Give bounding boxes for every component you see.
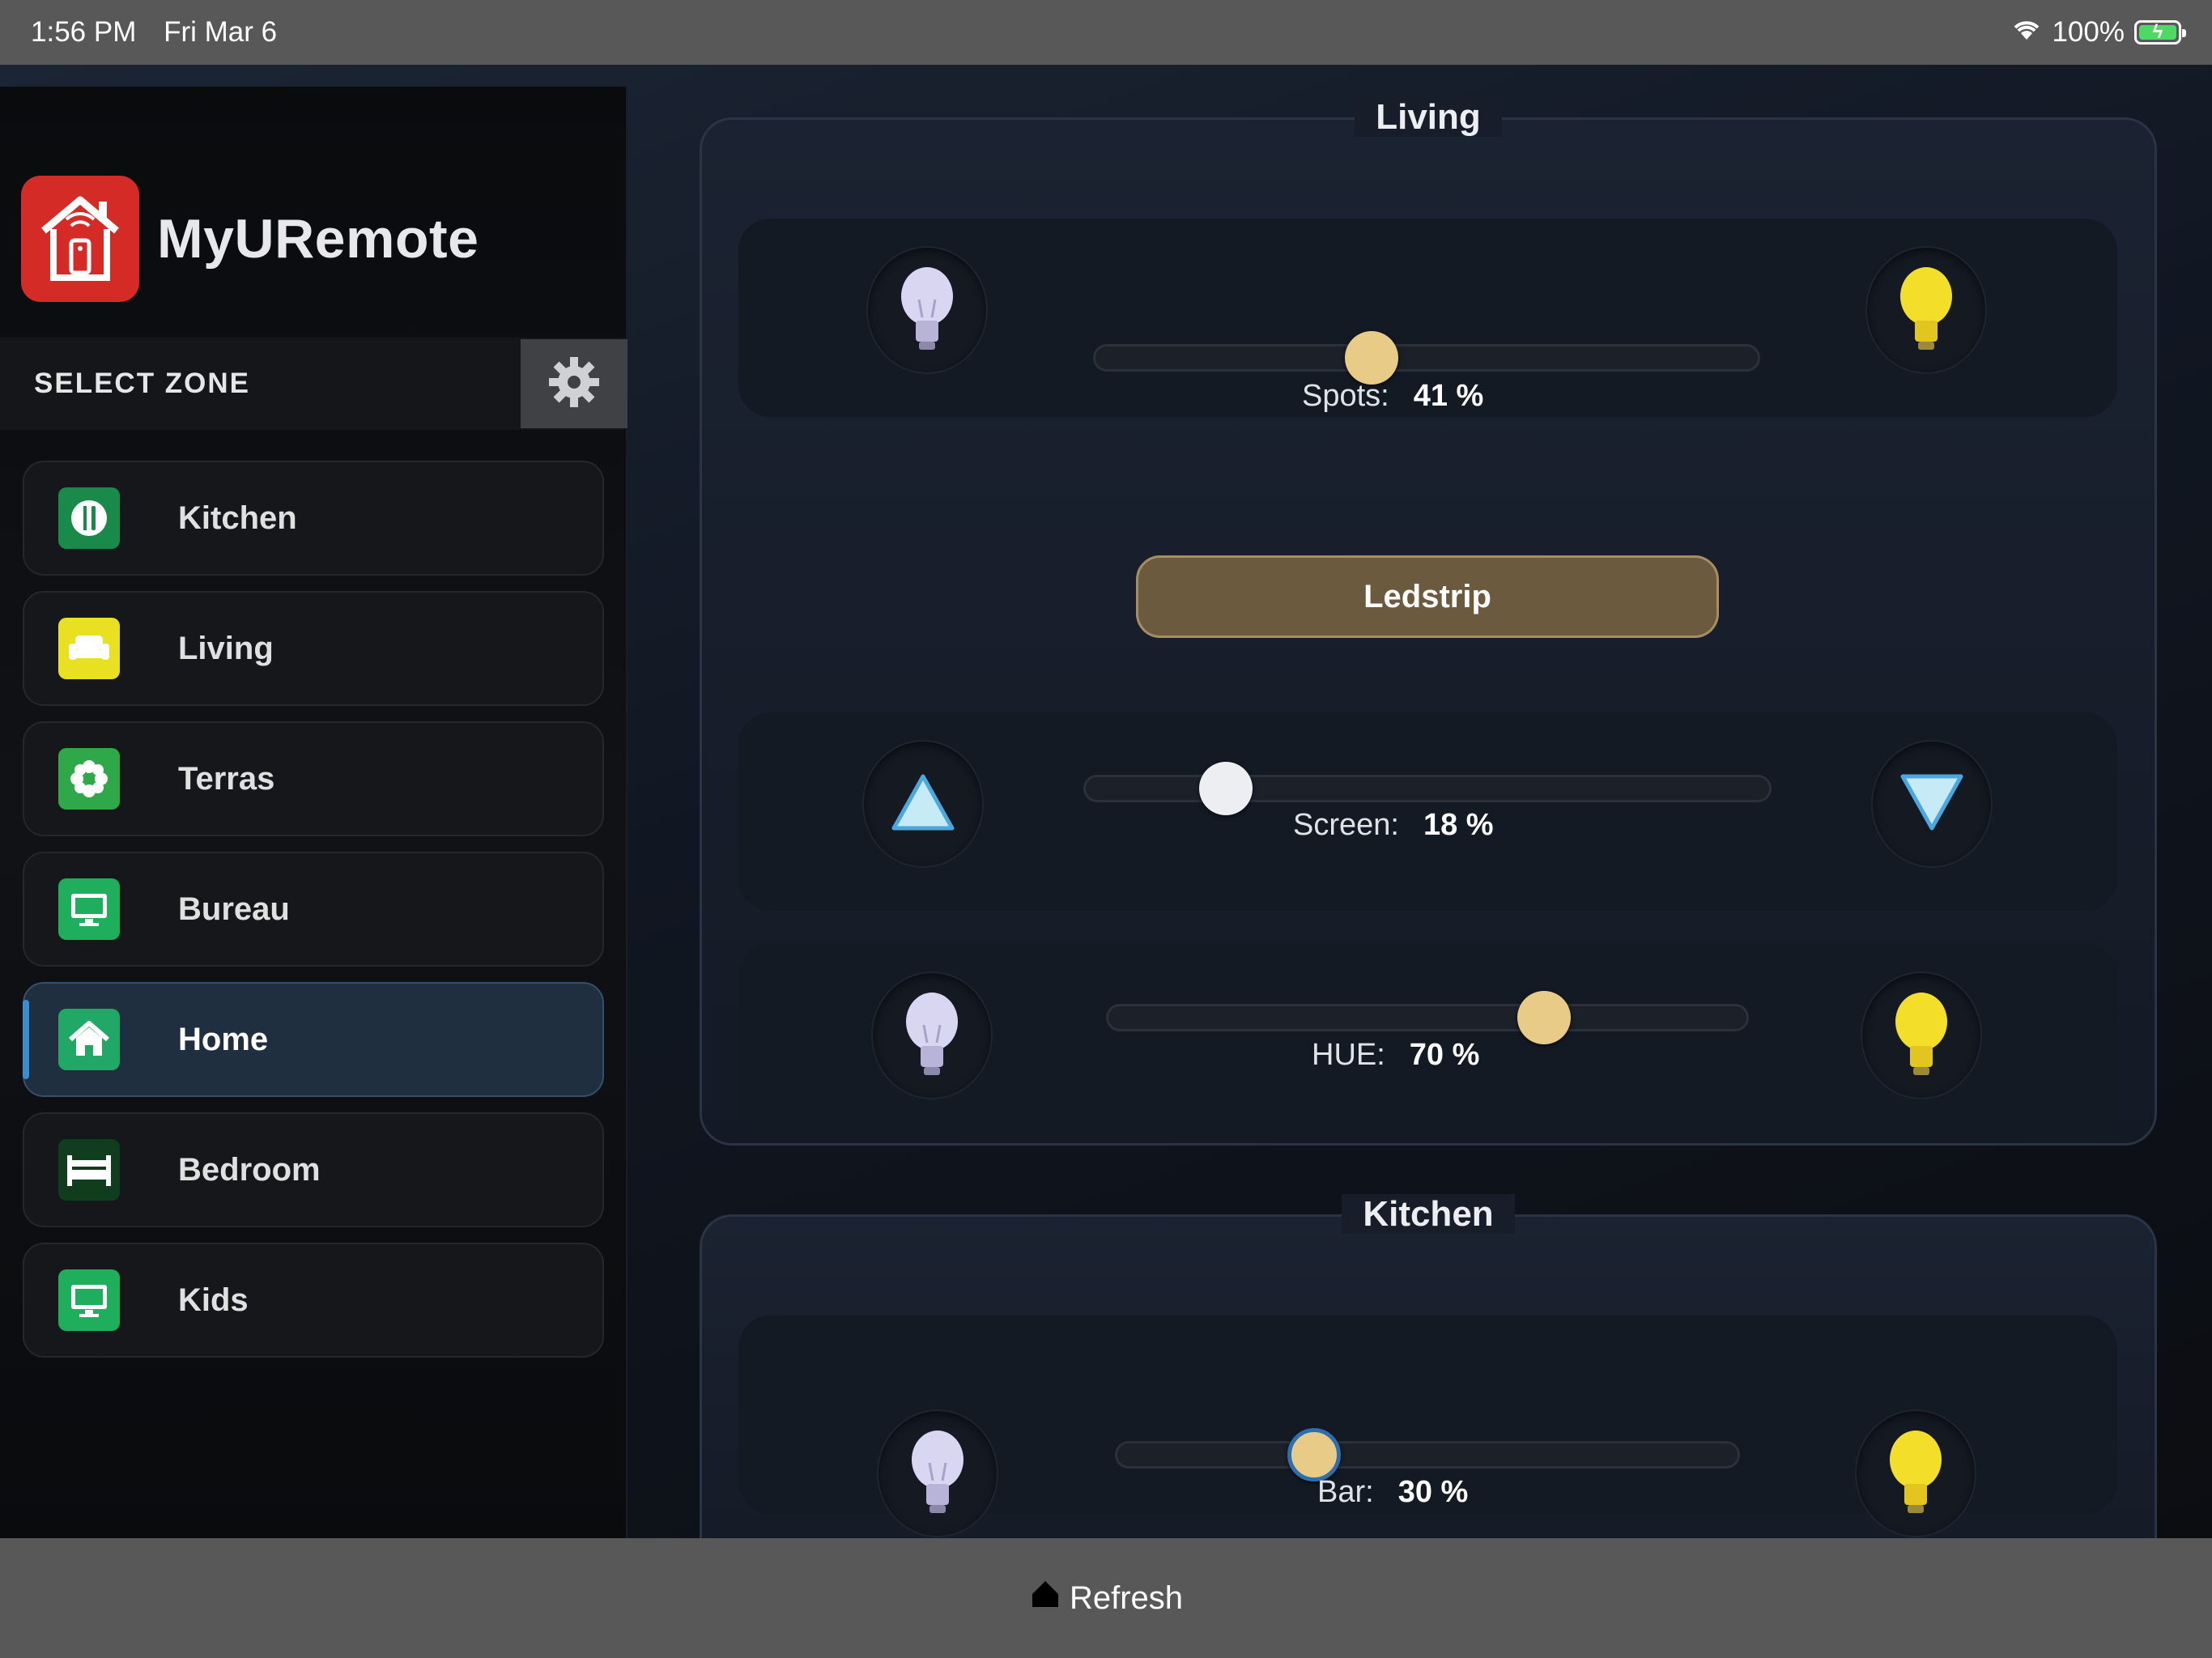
- hue-slider-handle[interactable]: [1517, 991, 1572, 1044]
- bar-on-button[interactable]: [1857, 1411, 1975, 1536]
- spots-slider[interactable]: [1093, 331, 1760, 385]
- bar-slider-handle[interactable]: [1287, 1428, 1341, 1482]
- bar-value: Bar: 30 %: [1317, 1475, 1469, 1509]
- lightbulb-on-icon: [1889, 989, 1954, 1082]
- sidebar-item-home[interactable]: Home: [23, 982, 604, 1097]
- gear-icon: [546, 354, 602, 414]
- triangle-up-icon: [891, 773, 955, 835]
- screen-up-button[interactable]: [864, 742, 982, 866]
- monitor-icon: [58, 878, 120, 940]
- ledstrip-button[interactable]: Ledstrip: [1136, 555, 1719, 638]
- screen-value: Screen: 18 %: [1293, 808, 1494, 842]
- bar-off-button[interactable]: [878, 1411, 997, 1536]
- sidebar-item-bedroom[interactable]: Bedroom: [23, 1112, 604, 1227]
- brand: MyURemote: [21, 176, 479, 302]
- sofa-icon: [58, 618, 120, 679]
- lightbulb-off-icon: [900, 989, 964, 1082]
- sidebar-item-label: Living: [178, 630, 274, 666]
- sidebar-item-label: Terras: [178, 760, 275, 797]
- triangle-down-icon: [1899, 773, 1964, 835]
- monitor-icon: [58, 1269, 120, 1331]
- lightbulb-off-icon: [905, 1427, 970, 1520]
- sidebar-item-kitchen[interactable]: Kitchen: [23, 461, 604, 576]
- spots-on-button[interactable]: [1867, 248, 1985, 372]
- refresh-label: Refresh: [1069, 1579, 1184, 1616]
- bar-slider[interactable]: [1115, 1428, 1740, 1482]
- hue-on-button[interactable]: [1862, 973, 1980, 1098]
- lightbulb-on-icon: [1894, 264, 1959, 357]
- sidebar: MyURemote SELECT ZONE Kitchen Living Ter…: [0, 87, 627, 1538]
- hue-off-button[interactable]: [873, 973, 991, 1098]
- spots-off-button[interactable]: [868, 248, 986, 372]
- panel-title: Kitchen: [702, 1194, 2155, 1235]
- status-time: 1:56 PM: [31, 16, 137, 48]
- sidebar-item-label: Home: [178, 1021, 269, 1057]
- wifi-icon: [2011, 16, 2042, 49]
- battery-percent: 100%: [2052, 16, 2125, 48]
- refresh-button[interactable]: Refresh: [0, 1538, 2212, 1658]
- status-date: Fri Mar 6: [164, 16, 278, 48]
- lightbulb-on-icon: [1883, 1427, 1948, 1520]
- home-refresh-icon: [1029, 1578, 1061, 1618]
- panel-title: Living: [702, 97, 2155, 138]
- settings-button[interactable]: [521, 339, 627, 428]
- sidebar-item-label: Bedroom: [178, 1151, 321, 1188]
- house-remote-logo-icon: [21, 176, 139, 302]
- sidebar-item-label: Bureau: [178, 891, 290, 927]
- sidebar-item-bureau[interactable]: Bureau: [23, 852, 604, 967]
- sidebar-item-label: Kitchen: [178, 500, 297, 536]
- bed-icon: [58, 1139, 120, 1201]
- screen-slider[interactable]: [1083, 762, 1772, 815]
- spots-value: Spots: 41 %: [1302, 379, 1484, 413]
- spots-slider-handle[interactable]: [1345, 331, 1399, 385]
- hue-value: HUE: 70 %: [1312, 1038, 1480, 1072]
- select-zone-label: SELECT ZONE: [34, 368, 251, 399]
- sidebar-item-terras[interactable]: Terras: [23, 721, 604, 836]
- sidebar-item-living[interactable]: Living: [23, 591, 604, 706]
- app-window: MyURemote SELECT ZONE Kitchen Living Ter…: [0, 65, 2212, 1587]
- screen-down-button[interactable]: [1873, 742, 1991, 866]
- home-icon: [58, 1009, 120, 1070]
- status-bar: 1:56 PM Fri Mar 6 100% ϟ: [0, 0, 2212, 65]
- app-name: MyURemote: [157, 208, 479, 270]
- select-zone-bar: SELECT ZONE: [0, 338, 627, 430]
- lightbulb-off-icon: [895, 264, 959, 357]
- sidebar-item-kids[interactable]: Kids: [23, 1243, 604, 1358]
- battery-icon: ϟ: [2134, 20, 2186, 45]
- sidebar-item-label: Kids: [178, 1282, 249, 1318]
- screen-slider-handle[interactable]: [1199, 762, 1253, 815]
- hue-slider[interactable]: [1106, 991, 1749, 1044]
- cutlery-icon: [58, 487, 120, 549]
- flower-icon: [58, 748, 120, 810]
